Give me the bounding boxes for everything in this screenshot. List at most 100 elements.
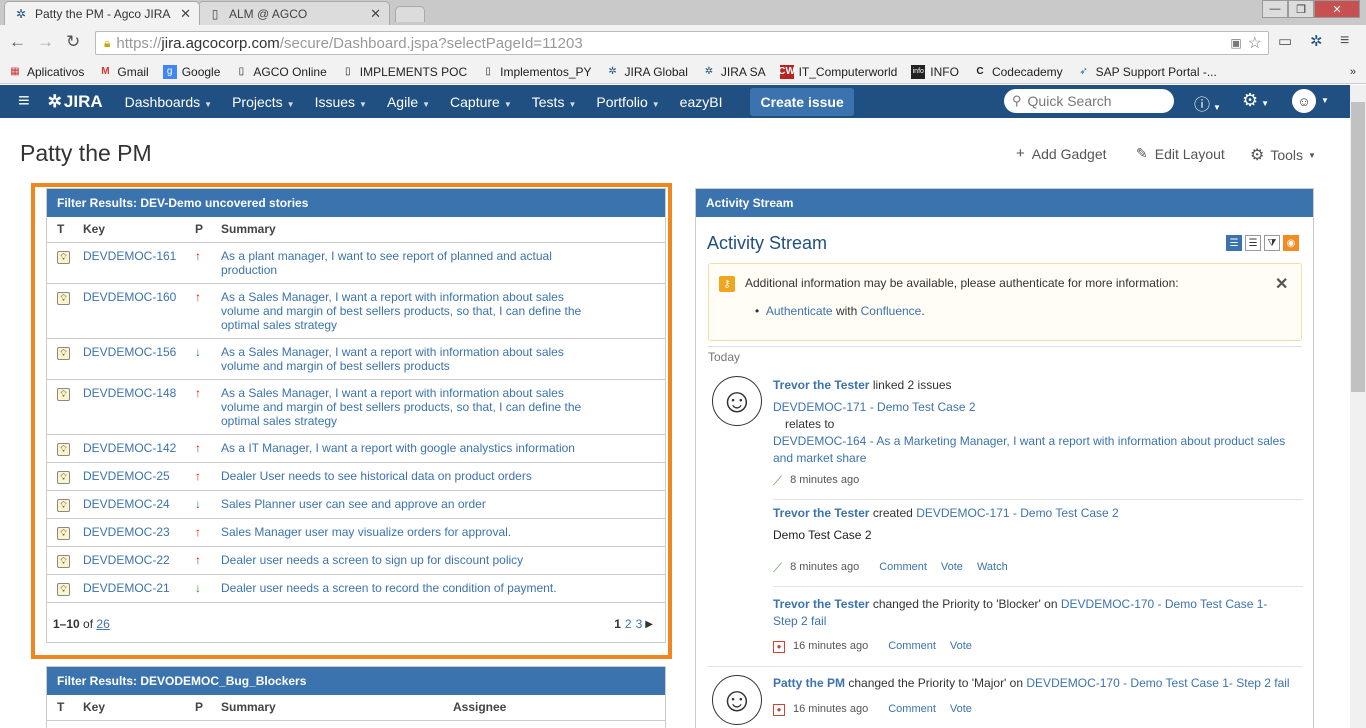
tab-jira[interactable]: ✲ Patty the PM - Agco JIRA ✕ xyxy=(4,1,200,25)
comment-link[interactable]: Comment xyxy=(879,559,927,576)
forward-arrow-icon[interactable]: → xyxy=(37,32,54,52)
issue-summary-link[interactable]: Sales Manager user may visualize orders … xyxy=(221,525,591,539)
issue-summary-link[interactable]: As a Sales Manager, I want a report with… xyxy=(221,386,591,428)
column-key[interactable]: Key xyxy=(73,695,185,721)
nav-issues[interactable]: Issues ▼ xyxy=(315,94,367,110)
issue-link[interactable]: DEVDEMOC-171 - Demo Test Case 2 xyxy=(773,400,976,414)
address-bar[interactable]: 🔒︎ https://jira.agcocorp.com/secure/Dash… xyxy=(95,31,1269,55)
bookmark-apps[interactable]: ▦ Aplicativos xyxy=(8,65,84,79)
gadget-title[interactable]: Activity Stream xyxy=(696,189,1313,217)
user-link[interactable]: Trevor the Tester xyxy=(773,597,869,611)
issue-key-link[interactable]: DEVDEMOC-24 xyxy=(83,497,170,511)
gadget-title[interactable]: Filter Results: DEVODEMOC_Bug_Blockers xyxy=(47,667,665,695)
bookmark-google[interactable]: g Google xyxy=(162,64,220,79)
settings-gear-icon[interactable]: ⚙ ▼ xyxy=(1242,90,1269,111)
issue-key-link[interactable]: DEVDEMOC-25 xyxy=(83,469,170,483)
create-issue-button[interactable]: Create issue xyxy=(750,87,854,116)
issue-summary-link[interactable]: As a plant manager, I want to see report… xyxy=(221,249,591,277)
close-notice-icon[interactable]: ✕ xyxy=(1275,274,1288,294)
nav-projects[interactable]: Projects ▼ xyxy=(232,94,295,110)
user-link[interactable]: Patty the PM xyxy=(773,676,845,690)
avatar[interactable]: ☺ xyxy=(712,376,762,426)
quick-search-input[interactable]: ⚲ Quick Search xyxy=(1004,89,1174,113)
issue-summary-link[interactable]: Dealer user needs a screen to record the… xyxy=(221,581,591,595)
nav-eazybi[interactable]: eazyBI xyxy=(680,94,723,110)
issue-key-link[interactable]: DEVDEMOC-142 xyxy=(83,441,176,455)
column-type[interactable]: T xyxy=(47,217,73,243)
issue-link[interactable]: DEVDEMOC-171 - Demo Test Case 2 xyxy=(916,506,1119,520)
user-link[interactable]: Trevor the Tester xyxy=(773,506,869,520)
scrollbar-thumb[interactable] xyxy=(1351,102,1365,392)
close-window-button[interactable]: ✕ xyxy=(1314,0,1360,18)
nav-agile[interactable]: Agile ▼ xyxy=(387,94,430,110)
issue-key-link[interactable]: DEVDEMOC-156 xyxy=(83,345,176,359)
column-priority[interactable]: P xyxy=(185,695,211,721)
issue-summary-link[interactable]: Sales Planner user can see and approve a… xyxy=(221,497,591,511)
nav-portfolio[interactable]: Portfolio ▼ xyxy=(596,94,659,110)
vote-link[interactable]: Vote xyxy=(950,701,972,718)
close-tab-icon[interactable]: ✕ xyxy=(180,6,191,22)
nav-dashboards[interactable]: Dashboards ▼ xyxy=(125,94,212,110)
issue-link[interactable]: DEVDEMOC-164 - As a Marketing Manager, I… xyxy=(773,434,1285,465)
bookmark-codecademy[interactable]: C Codecademy xyxy=(973,65,1062,79)
jira-logo[interactable]: ✲ JIRA xyxy=(48,92,103,112)
reload-icon[interactable]: ↻ xyxy=(66,32,80,52)
column-priority[interactable]: P xyxy=(185,217,211,243)
nav-tests[interactable]: Tests ▼ xyxy=(532,94,577,110)
user-link[interactable]: Trevor the Tester xyxy=(773,378,869,392)
nav-capture[interactable]: Capture ▼ xyxy=(450,94,512,110)
issue-key-link[interactable]: DEVDEMOC-23 xyxy=(83,525,170,539)
page-3-link[interactable]: 3 xyxy=(636,617,643,631)
bookmark-implements-poc[interactable]: ▯ IMPLEMENTS POC xyxy=(341,65,467,79)
chevron-down-icon[interactable]: ▼ xyxy=(1321,96,1329,105)
issue-key-link[interactable]: DEVDEMOC-161 xyxy=(83,249,176,263)
issue-key-link[interactable]: DEVDEMOC-160 xyxy=(83,290,176,304)
list-view-icon[interactable]: ☰ xyxy=(1245,235,1261,251)
column-summary[interactable]: Summary xyxy=(211,217,665,243)
tab-alm[interactable]: ▯ ALM @ AGCO ✕ xyxy=(198,1,390,25)
bookmark-jira-global[interactable]: ✲ JIRA Global xyxy=(606,65,688,79)
watch-link[interactable]: Watch xyxy=(977,559,1008,576)
vote-link[interactable]: Vote xyxy=(950,638,972,655)
column-key[interactable]: Key xyxy=(73,217,185,243)
add-gadget-button[interactable]: + Add Gadget xyxy=(1016,145,1107,162)
issue-summary-link[interactable]: As a Sales Manager, I want a report with… xyxy=(221,345,591,373)
issue-summary-link[interactable]: Dealer User needs to see historical data… xyxy=(221,469,591,483)
menu-icon[interactable]: ≡ xyxy=(1340,32,1349,50)
bookmark-it-computerworld[interactable]: CW IT_Computerworld xyxy=(778,64,897,79)
bookmark-info[interactable]: info INFO xyxy=(911,64,959,79)
total-count-link[interactable]: 26 xyxy=(96,617,109,631)
cast-icon[interactable]: ▭ xyxy=(1278,32,1292,50)
user-avatar[interactable]: ☺ xyxy=(1292,89,1316,113)
issue-summary-link[interactable]: Dealer user needs a screen to sign up fo… xyxy=(221,553,591,567)
column-type[interactable]: T xyxy=(47,695,73,721)
app-switcher-icon[interactable]: ≡ xyxy=(18,90,30,113)
minimize-button[interactable]: — xyxy=(1262,0,1288,18)
page-2-link[interactable]: 2 xyxy=(625,617,632,631)
comment-link[interactable]: Comment xyxy=(888,638,936,655)
close-tab-icon[interactable]: ✕ xyxy=(370,6,381,22)
new-tab-button[interactable] xyxy=(395,6,425,22)
column-assignee[interactable]: Assignee xyxy=(443,695,665,721)
filter-icon[interactable]: ⧩ xyxy=(1264,235,1280,251)
gadget-title[interactable]: Filter Results: DEV-Demo uncovered stori… xyxy=(47,189,665,217)
column-summary[interactable]: Summary xyxy=(211,695,443,721)
help-icon[interactable]: ⓘ ▼ xyxy=(1194,91,1221,115)
edit-layout-button[interactable]: ✎ Edit Layout xyxy=(1136,145,1225,162)
back-arrow-icon[interactable]: ← xyxy=(9,32,26,52)
confluence-link[interactable]: Confluence xyxy=(861,304,922,318)
issue-key-link[interactable]: DEVDEMOC-148 xyxy=(83,386,176,400)
bookmark-gmail[interactable]: M Gmail xyxy=(98,65,149,79)
tools-menu-button[interactable]: ⚙ Tools ▼ xyxy=(1250,145,1316,165)
bookmark-agco-online[interactable]: ▯ AGCO Online xyxy=(234,65,327,79)
issue-summary-link[interactable]: As a Sales Manager, I want a report with… xyxy=(221,290,591,332)
next-page-icon[interactable]: ▶ xyxy=(645,619,653,630)
rss-feed-icon[interactable]: ◉ xyxy=(1283,235,1299,251)
bookmark-implementos-py[interactable]: ▯ Implementos_PY xyxy=(481,65,591,79)
issue-link[interactable]: DEVDEMOC-170 - Demo Test Case 1- Step 2 … xyxy=(1026,676,1289,690)
jira-extension-icon[interactable]: ✲ xyxy=(1310,32,1323,50)
vote-link[interactable]: Vote xyxy=(941,559,963,576)
issue-key-link[interactable]: DEVDEMOC-21 xyxy=(83,581,170,595)
comment-link[interactable]: Comment xyxy=(888,701,936,718)
maximize-button[interactable]: ❐ xyxy=(1288,0,1314,18)
